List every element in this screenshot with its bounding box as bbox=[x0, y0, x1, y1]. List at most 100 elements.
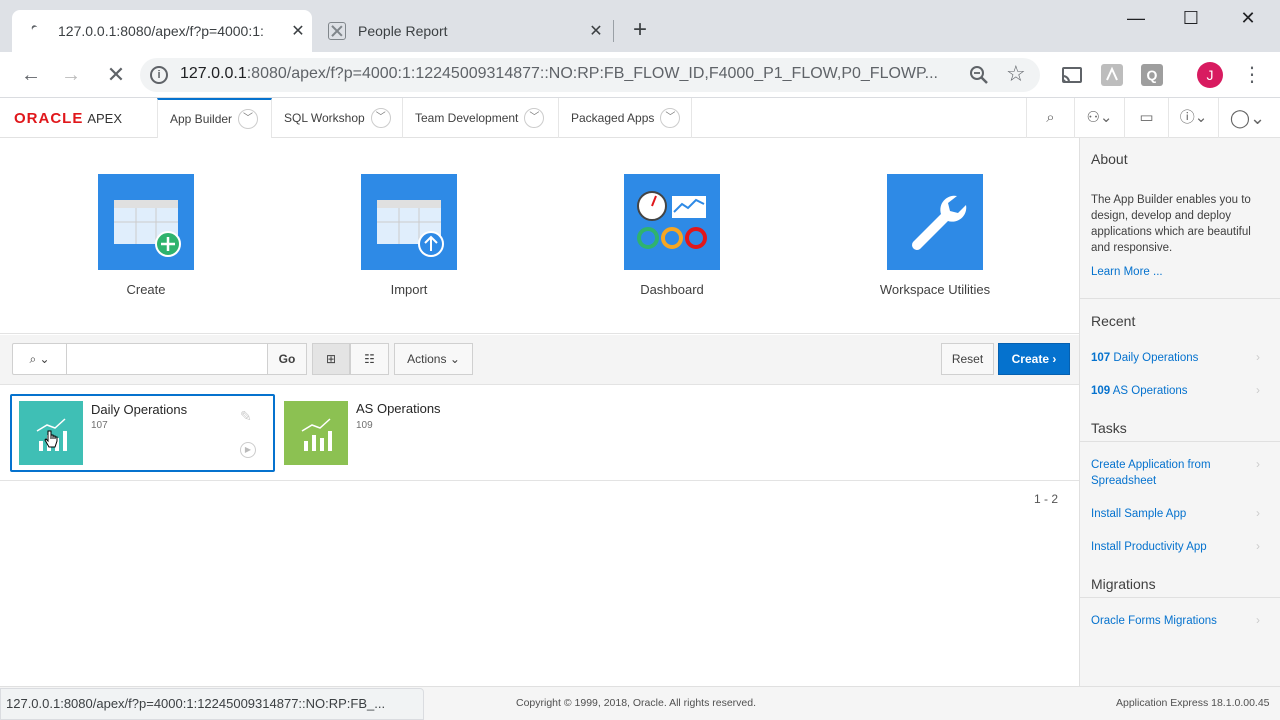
new-tab-icon[interactable]: + bbox=[626, 18, 654, 44]
zoom-icon[interactable] bbox=[968, 64, 990, 86]
side-panel: About The App Builder enables you to des… bbox=[1079, 138, 1280, 686]
import-tile[interactable]: Import bbox=[319, 174, 499, 297]
chevron-right-icon: › bbox=[1256, 613, 1260, 627]
address-bar[interactable]: i 127.0.0.1:8080/apex/f?p=4000:1:1224500… bbox=[140, 58, 1040, 92]
maximize-icon[interactable]: ☐ bbox=[1163, 4, 1219, 34]
recent-link-107[interactable]: 107 Daily Operations bbox=[1091, 350, 1261, 366]
search-column-selector[interactable]: ⌕ ⌄ bbox=[12, 343, 67, 375]
recent-link-109[interactable]: 109 AS Operations bbox=[1091, 383, 1261, 399]
divider bbox=[1080, 441, 1280, 442]
chevron-down-icon[interactable]: ﹀ bbox=[524, 108, 545, 128]
tasks-heading: Tasks bbox=[1091, 420, 1127, 436]
tile-label: Import bbox=[390, 282, 428, 297]
help-icon[interactable]: ⓘ⌄ bbox=[1168, 98, 1218, 138]
chevron-down-icon[interactable]: ﹀ bbox=[370, 108, 391, 128]
cast-icon[interactable] bbox=[1060, 63, 1084, 87]
chevron-right-icon: › bbox=[1256, 350, 1260, 364]
dashboard-icon bbox=[624, 174, 720, 270]
stop-icon[interactable]: ✕ bbox=[101, 60, 131, 90]
tile-label: Dashboard bbox=[640, 282, 704, 297]
menu-sql-workshop[interactable]: SQL Workshop ﹀ bbox=[272, 98, 403, 138]
menu-kebab-icon[interactable]: ⋮ bbox=[1242, 62, 1262, 88]
feedback-icon[interactable]: ▭ bbox=[1124, 98, 1168, 138]
back-icon[interactable]: ← bbox=[16, 60, 46, 90]
chevron-down-icon[interactable]: ﹀ bbox=[660, 108, 681, 128]
app-name[interactable]: AS Operations bbox=[356, 401, 441, 416]
menu-app-builder[interactable]: App Builder ﹀ bbox=[157, 98, 272, 138]
apex-header: ORACLE APEX App Builder ﹀ SQL Workshop ﹀ Te… bbox=[0, 98, 1280, 138]
admin-user-icon[interactable]: ⚇⌄ bbox=[1074, 98, 1124, 138]
learn-more-link[interactable]: Learn More ... bbox=[1091, 264, 1261, 280]
site-info-icon[interactable]: i bbox=[150, 66, 168, 84]
tab-title: People Report bbox=[358, 23, 448, 39]
close-tab-icon[interactable]: ✕ bbox=[284, 21, 312, 41]
url-text[interactable]: 127.0.0.1:8080/apex/f?p=4000:1:122450093… bbox=[180, 65, 950, 83]
app-toolbar: ⌕ ⌄ Go ⊞ ☷ Actions ⌄ Reset Create › bbox=[0, 335, 1079, 385]
app-list: Daily Operations 107 ✎ ▶ AS Operations 1… bbox=[0, 385, 1079, 481]
reset-button[interactable]: Reset bbox=[941, 343, 994, 375]
user-menu-icon[interactable]: ◯⌄ bbox=[1218, 98, 1276, 138]
tile-label: Create bbox=[126, 282, 166, 297]
apex-favicon-icon bbox=[328, 22, 346, 40]
bookmark-star-icon[interactable]: ☆ bbox=[1006, 61, 1026, 87]
app-chart-icon bbox=[284, 401, 348, 465]
search-input[interactable] bbox=[66, 343, 268, 375]
version-text: Application Express 18.1.0.00.45 bbox=[1116, 697, 1270, 709]
app-name[interactable]: Daily Operations bbox=[91, 402, 187, 417]
import-icon bbox=[361, 174, 457, 270]
task-create-from-spreadsheet[interactable]: Create Application from Spreadsheet bbox=[1091, 457, 1241, 489]
forward-icon[interactable]: → bbox=[56, 60, 86, 90]
edit-pencil-icon[interactable]: ✎ bbox=[240, 408, 252, 425]
about-heading: About bbox=[1091, 151, 1128, 167]
task-install-productivity-app[interactable]: Install Productivity App bbox=[1091, 539, 1261, 555]
migrations-heading: Migrations bbox=[1091, 576, 1156, 592]
create-app-icon bbox=[98, 174, 194, 270]
oracle-apex-logo[interactable]: ORACLE APEX bbox=[14, 110, 122, 127]
minimize-icon[interactable]: — bbox=[1108, 4, 1164, 34]
divider bbox=[1080, 597, 1280, 598]
report-view-button[interactable]: ☷ bbox=[350, 343, 389, 375]
browser-tab-bar: 127.0.0.1:8080/apex/f?p=4000:1: ✕ People… bbox=[0, 0, 1280, 52]
chevron-down-icon[interactable]: ﹀ bbox=[238, 109, 259, 129]
wrench-icon bbox=[887, 174, 983, 270]
app-id: 107 bbox=[91, 420, 108, 431]
dashboard-tile[interactable]: Dashboard bbox=[582, 174, 762, 297]
workspace-utilities-tile[interactable]: Workspace Utilities bbox=[845, 174, 1025, 297]
chevron-right-icon: › bbox=[1256, 506, 1260, 520]
tab-people-report[interactable]: People Report ✕ bbox=[320, 10, 610, 52]
hand-cursor-icon bbox=[44, 430, 58, 448]
status-bar-url: 127.0.0.1:8080/apex/f?p=4000:1:122450093… bbox=[0, 688, 424, 720]
chevron-right-icon: › bbox=[1256, 539, 1260, 553]
loading-spinner-icon bbox=[28, 23, 44, 39]
about-text: The App Builder enables you to design, d… bbox=[1091, 194, 1251, 254]
app-id: 109 bbox=[356, 420, 373, 431]
chevron-right-icon: › bbox=[1256, 383, 1260, 397]
create-button[interactable]: Create › bbox=[998, 343, 1070, 375]
menu-team-development[interactable]: Team Development ﹀ bbox=[403, 98, 559, 138]
run-app-icon[interactable]: ▶ bbox=[240, 442, 256, 458]
q-extension-icon[interactable]: Q bbox=[1140, 63, 1164, 87]
hero-tiles: Create Import Dashboard Workspace Utilit… bbox=[0, 138, 1079, 334]
pagination-label: 1 - 2 bbox=[1034, 492, 1059, 506]
recent-heading: Recent bbox=[1091, 313, 1136, 329]
pdf-extension-icon[interactable] bbox=[1100, 63, 1124, 87]
profile-avatar[interactable]: J bbox=[1197, 62, 1223, 88]
tab-apex[interactable]: 127.0.0.1:8080/apex/f?p=4000:1: ✕ bbox=[12, 10, 312, 52]
tab-separator bbox=[613, 20, 614, 42]
task-install-sample-app[interactable]: Install Sample App bbox=[1091, 506, 1261, 522]
oracle-forms-migrations-link[interactable]: Oracle Forms Migrations bbox=[1091, 613, 1261, 629]
go-button[interactable]: Go bbox=[267, 343, 307, 375]
search-icon[interactable]: ⌕ bbox=[1026, 98, 1074, 138]
browser-navbar: ← → ✕ i 127.0.0.1:8080/apex/f?p=4000:1:1… bbox=[0, 52, 1280, 98]
menu-packaged-apps[interactable]: Packaged Apps ﹀ bbox=[559, 98, 692, 138]
app-card-as-operations[interactable]: AS Operations 109 bbox=[283, 394, 548, 472]
svg-text:Q: Q bbox=[1147, 67, 1158, 83]
chevron-right-icon: › bbox=[1256, 457, 1260, 471]
close-tab-icon[interactable]: ✕ bbox=[582, 21, 610, 41]
tile-label: Workspace Utilities bbox=[879, 282, 991, 297]
close-window-icon[interactable]: ✕ bbox=[1220, 4, 1276, 34]
divider bbox=[1080, 298, 1280, 299]
actions-button[interactable]: Actions ⌄ bbox=[394, 343, 473, 375]
icon-view-button[interactable]: ⊞ bbox=[312, 343, 350, 375]
create-tile[interactable]: Create bbox=[56, 174, 236, 297]
